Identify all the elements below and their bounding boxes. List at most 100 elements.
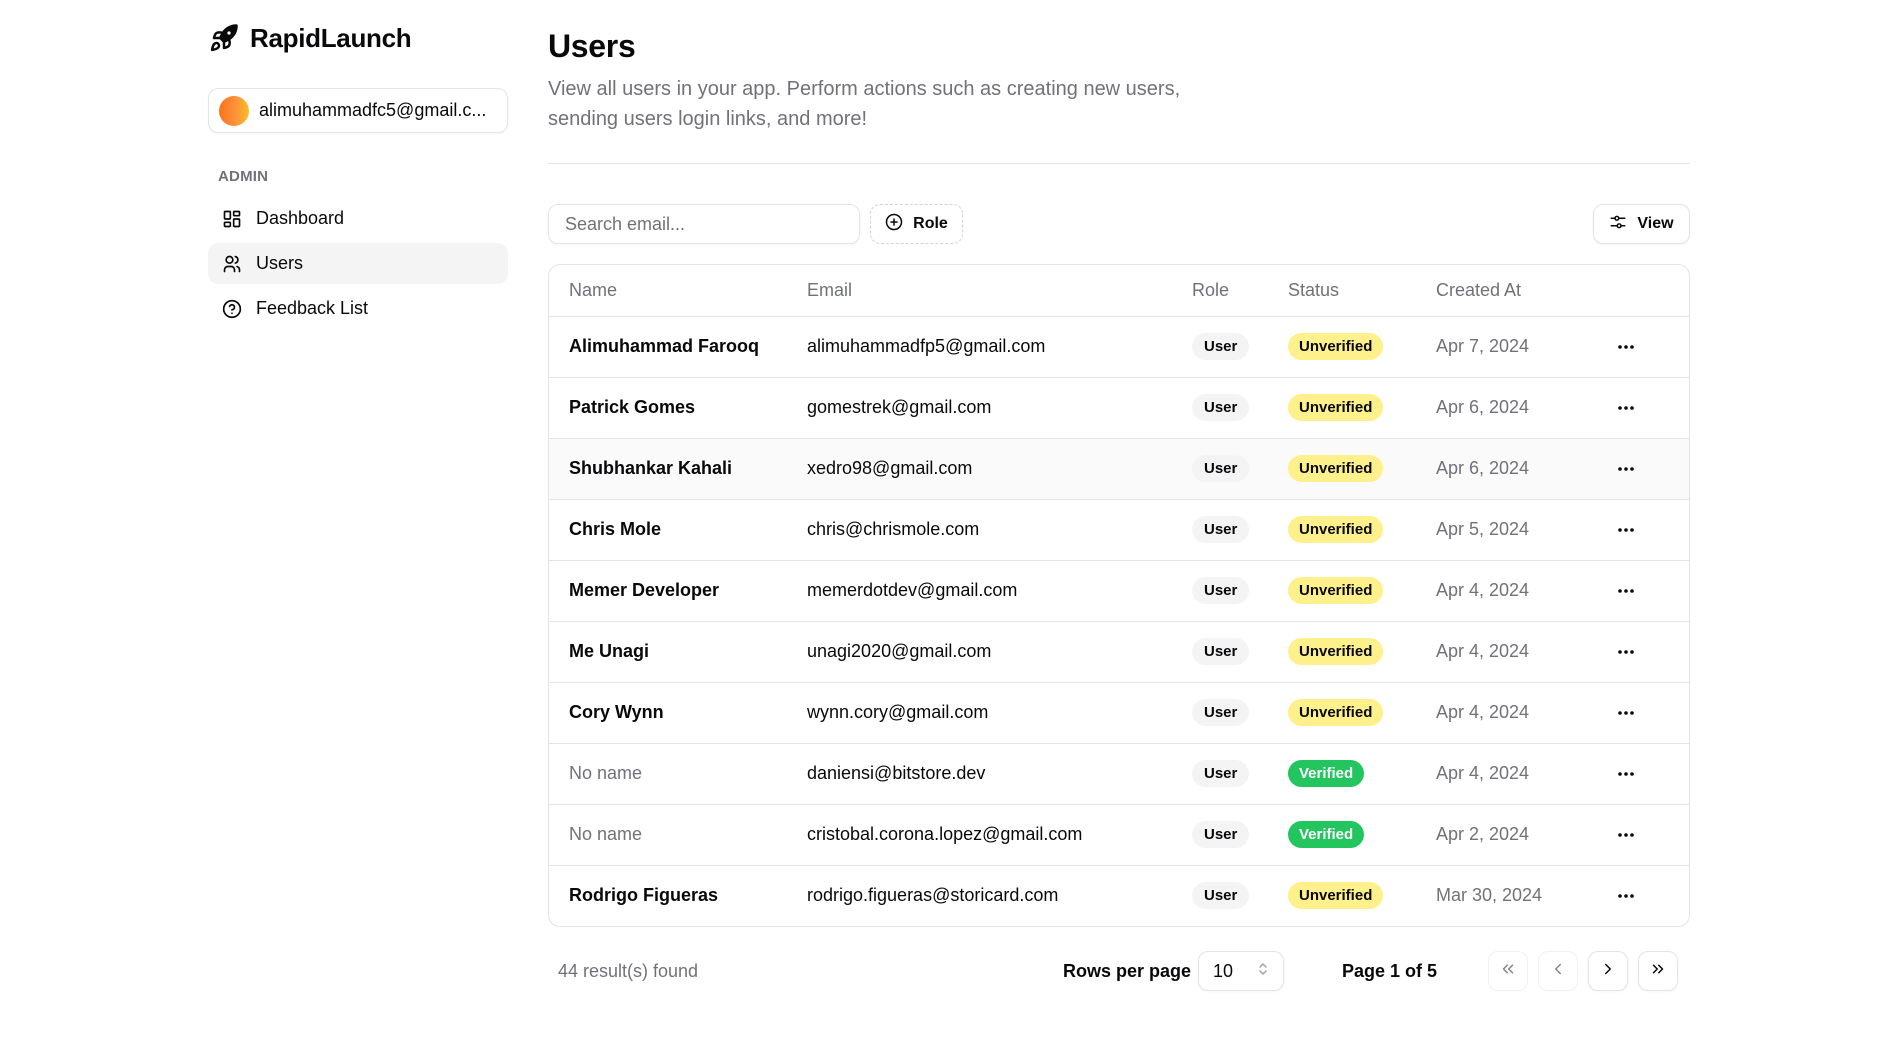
first-page-button[interactable] xyxy=(1488,951,1528,991)
table-row[interactable]: Alimuhammad Farooq alimuhammadfp5@gmail.c… xyxy=(549,316,1689,377)
cell-email: daniensi@bitstore.dev xyxy=(807,763,986,783)
cell-created-at: Apr 6, 2024 xyxy=(1436,458,1530,478)
more-horizontal-icon xyxy=(1618,588,1634,593)
cell-name: Memer Developer xyxy=(569,580,720,600)
users-table: Name Email Role Status Created At Alimuh… xyxy=(548,264,1690,927)
row-actions-menu-button[interactable] xyxy=(1611,698,1641,728)
column-header-name[interactable]: Name xyxy=(549,265,807,316)
row-actions-menu-button[interactable] xyxy=(1611,393,1641,423)
cell-name: Shubhankar Kahali xyxy=(569,458,733,478)
role-badge: User xyxy=(1192,516,1250,543)
chevrons-left-icon xyxy=(1499,960,1517,983)
column-header-created-at[interactable]: Created At xyxy=(1436,265,1611,316)
account-switcher[interactable]: alimuhammadfc5@gmail.c... xyxy=(208,88,508,133)
cell-status: Verified xyxy=(1288,743,1436,804)
cell-actions xyxy=(1611,438,1689,499)
last-page-button[interactable] xyxy=(1638,951,1678,991)
cell-email: gomestrek@gmail.com xyxy=(807,397,992,417)
more-horizontal-icon xyxy=(1618,649,1634,654)
rows-per-page-select[interactable]: 10 xyxy=(1198,951,1284,991)
row-actions-menu-button[interactable] xyxy=(1611,332,1641,362)
cell-email: cristobal.corona.lopez@gmail.com xyxy=(807,824,1083,844)
row-actions-menu-button[interactable] xyxy=(1611,820,1641,850)
column-header-status[interactable]: Status xyxy=(1288,265,1436,316)
cell-status: Unverified xyxy=(1288,682,1436,743)
row-actions-menu-button[interactable] xyxy=(1611,881,1641,911)
cell-email: rodrigo.figueras@storicard.com xyxy=(807,885,1059,906)
role-badge: User xyxy=(1192,577,1250,604)
column-header-role[interactable]: Role xyxy=(1192,265,1288,316)
sidebar-item-label: Dashboard xyxy=(256,208,345,228)
header-divider xyxy=(548,163,1690,164)
cell-role: User xyxy=(1192,865,1288,926)
row-actions-menu-button[interactable] xyxy=(1611,454,1641,484)
cell-created-at: Apr 5, 2024 xyxy=(1436,519,1530,539)
page-title: Users xyxy=(548,28,636,64)
sidebar-item-label: Users xyxy=(256,253,304,273)
table-footer: 44 result(s) found Rows per page 10 Page… xyxy=(548,951,1690,991)
cell-status: Verified xyxy=(1288,804,1436,865)
table-header-row: Name Email Role Status Created At xyxy=(549,265,1689,316)
sidebar-item-users[interactable]: Users xyxy=(208,243,508,284)
previous-page-button[interactable] xyxy=(1538,951,1578,991)
status-badge: Unverified xyxy=(1288,516,1384,543)
cell-email: alimuhammadfp5@gmail.com xyxy=(807,336,1046,356)
plus-circle-icon xyxy=(885,213,903,236)
role-filter-button[interactable]: Role xyxy=(870,204,963,244)
brand-name: RapidLaunch xyxy=(250,22,412,53)
role-filter-label: Role xyxy=(913,215,948,232)
brand-logo[interactable]: RapidLaunch xyxy=(208,20,412,56)
row-actions-menu-button[interactable] xyxy=(1611,759,1641,789)
cell-role: User xyxy=(1192,682,1288,743)
sidebar-item-dashboard[interactable]: Dashboard xyxy=(208,198,508,239)
row-actions-menu-button[interactable] xyxy=(1611,637,1641,667)
search-email-input[interactable] xyxy=(548,204,860,244)
cell-created-at: Mar 30, 2024 xyxy=(1436,885,1543,906)
cell-email: chris@chrismole.com xyxy=(807,519,980,539)
cell-created-at: Apr 2, 2024 xyxy=(1436,824,1530,844)
row-actions-menu-button[interactable] xyxy=(1611,515,1641,545)
cell-role: User xyxy=(1192,499,1288,560)
cell-actions xyxy=(1611,682,1689,743)
rocket-icon xyxy=(208,22,240,54)
row-actions-menu-button[interactable] xyxy=(1611,576,1641,606)
table-row[interactable]: Shubhankar Kahali xedro98@gmail.com User Un… xyxy=(549,438,1689,499)
view-options-button[interactable]: View xyxy=(1593,204,1690,244)
status-badge: Unverified xyxy=(1288,333,1384,360)
users-icon xyxy=(222,254,242,274)
dashboard-grid-icon xyxy=(222,209,242,229)
table-row[interactable]: Memer Developer memerdotdev@gmail.com User… xyxy=(549,560,1689,621)
cell-email: memerdotdev@gmail.com xyxy=(807,580,1018,600)
column-header-email[interactable]: Email xyxy=(807,265,1192,316)
cell-status: Unverified xyxy=(1288,560,1436,621)
table-row[interactable]: Patrick Gomes gomestrek@gmail.com User Unve… xyxy=(549,377,1689,438)
table-row[interactable]: Rodrigo Figueras rodrigo.figueras@storica… xyxy=(549,865,1689,926)
next-page-button[interactable] xyxy=(1588,951,1628,991)
column-header-actions xyxy=(1611,265,1689,316)
cell-status: Unverified xyxy=(1288,499,1436,560)
status-badge: Unverified xyxy=(1288,882,1384,910)
cell-created-at: Apr 6, 2024 xyxy=(1436,397,1530,417)
more-horizontal-icon xyxy=(1618,893,1634,898)
sliders-icon xyxy=(1609,213,1627,236)
sidebar-item-feedback-list[interactable]: Feedback List xyxy=(208,288,508,329)
table-toolbar: Role View xyxy=(548,204,1690,244)
status-badge: Unverified xyxy=(1288,577,1384,604)
cell-actions xyxy=(1611,743,1689,804)
cell-status: Unverified xyxy=(1288,621,1436,682)
sidebar-item-label: Feedback List xyxy=(256,298,369,318)
table-row[interactable]: Cory Wynn wynn.cory@gmail.com User Unverifi… xyxy=(549,682,1689,743)
cell-created-at: Apr 4, 2024 xyxy=(1436,702,1530,722)
cell-role: User xyxy=(1192,316,1288,377)
table-row[interactable]: Me Unagi unagi2020@gmail.com User Unverifie… xyxy=(549,621,1689,682)
cell-role: User xyxy=(1192,377,1288,438)
more-horizontal-icon xyxy=(1618,405,1634,410)
cell-name: Alimuhammad Farooq xyxy=(569,336,760,356)
table-row[interactable]: No name cristobal.corona.lopez@gmail.com U… xyxy=(549,804,1689,865)
status-badge: Verified xyxy=(1288,821,1365,848)
table-row[interactable]: No name daniensi@bitstore.dev User Verified… xyxy=(549,743,1689,804)
view-label: View xyxy=(1637,215,1674,232)
table-row[interactable]: Chris Mole chris@chrismole.com User Unverif… xyxy=(549,499,1689,560)
sidebar-nav: Dashboard Users Feedback List xyxy=(208,198,508,333)
cell-actions xyxy=(1611,377,1689,438)
